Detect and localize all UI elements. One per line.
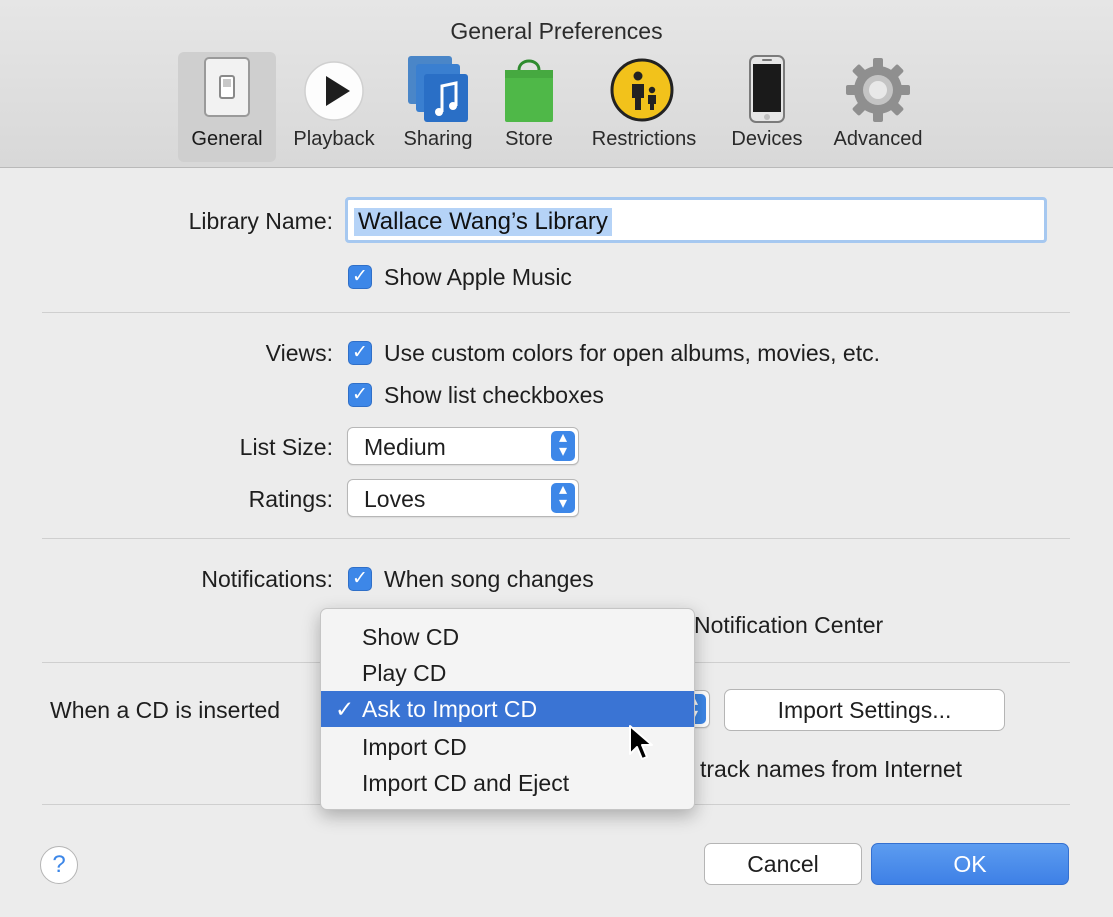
- tab-playback-label: Playback: [293, 128, 375, 150]
- menu-item-play-cd[interactable]: Play CD: [321, 655, 694, 691]
- notifications-label: Notifications:: [201, 566, 333, 592]
- tab-restrictions[interactable]: Restrictions: [574, 52, 714, 162]
- ratings-popup[interactable]: Loves ▴ ▾: [347, 479, 579, 517]
- preferences-toolbar: General Preferences General Playback Sha…: [0, 0, 1113, 168]
- menu-item-import-cd-and-eject[interactable]: Import CD and Eject: [321, 765, 694, 801]
- mouse-pointer-icon: [629, 725, 653, 760]
- list-size-label: List Size:: [239, 434, 333, 460]
- separator: [42, 538, 1070, 539]
- library-name-value: Wallace Wang’s Library: [354, 208, 612, 236]
- menu-item-show-cd[interactable]: Show CD: [321, 619, 694, 655]
- iphone-device-icon: [749, 55, 785, 123]
- tab-general[interactable]: General: [178, 52, 276, 162]
- tab-sharing[interactable]: Sharing: [394, 52, 482, 162]
- menu-item-label: Ask to Import CD: [362, 696, 538, 722]
- help-button[interactable]: ?: [40, 846, 78, 884]
- tab-sharing-label: Sharing: [403, 128, 473, 150]
- window-title: General Preferences: [450, 18, 663, 44]
- general-switch-icon: [204, 57, 250, 117]
- notification-center-label: Notification Center: [694, 612, 884, 638]
- list-checkboxes-checkbox[interactable]: ✓: [348, 383, 372, 407]
- ok-button[interactable]: OK: [871, 843, 1069, 885]
- tab-store[interactable]: Store: [494, 52, 564, 162]
- show-apple-music-checkbox[interactable]: ✓: [348, 265, 372, 289]
- menu-item-label: Show CD: [362, 624, 460, 650]
- checkmark-icon: ✓: [335, 696, 355, 722]
- menu-item-ask-to-import-cd[interactable]: ✓ Ask to Import CD: [321, 691, 694, 727]
- tab-devices-label: Devices: [731, 128, 803, 150]
- tab-playback[interactable]: Playback: [284, 52, 384, 162]
- views-label: Views:: [265, 340, 333, 366]
- restrictions-parental-icon: [610, 58, 674, 122]
- sharing-music-icon: [408, 56, 468, 122]
- library-name-field[interactable]: Wallace Wang’s Library: [345, 197, 1047, 243]
- gear-icon: [846, 58, 910, 122]
- library-name-label: Library Name:: [188, 208, 333, 234]
- list-size-value: Medium: [364, 434, 446, 460]
- tab-restrictions-label: Restrictions: [591, 128, 697, 150]
- cd-action-menu: Show CD Play CD ✓ Ask to Import CD Impor…: [320, 608, 695, 810]
- tab-advanced-label: Advanced: [833, 128, 923, 150]
- store-bag-icon: [505, 59, 553, 122]
- custom-colors-checkbox[interactable]: ✓: [348, 341, 372, 365]
- song-changes-checkbox[interactable]: ✓: [348, 567, 372, 591]
- song-changes-label: When song changes: [384, 566, 594, 592]
- custom-colors-label: Use custom colors for open albums, movie…: [384, 340, 880, 366]
- chevron-updown-icon: ▴▾: [551, 482, 575, 513]
- separator: [42, 312, 1070, 313]
- tab-general-label: General: [191, 128, 263, 150]
- tab-store-label: Store: [505, 128, 553, 150]
- menu-item-label: Import CD and Eject: [362, 770, 570, 796]
- list-checkboxes-label: Show list checkboxes: [384, 382, 604, 408]
- play-icon: [304, 61, 364, 121]
- ratings-label: Ratings:: [248, 486, 333, 512]
- show-apple-music-label: Show Apple Music: [384, 264, 572, 290]
- tab-devices[interactable]: Devices: [722, 52, 812, 162]
- list-size-popup[interactable]: Medium ▴ ▾: [347, 427, 579, 465]
- import-settings-button[interactable]: Import Settings...: [724, 689, 1005, 731]
- tab-advanced[interactable]: Advanced: [820, 52, 936, 162]
- menu-item-label: Play CD: [362, 660, 447, 686]
- menu-item-label: Import CD: [362, 734, 467, 760]
- chevron-updown-icon: ▴▾: [551, 430, 575, 461]
- ratings-value: Loves: [364, 486, 426, 512]
- cd-inserted-label: When a CD is inserted: [50, 697, 281, 723]
- cancel-button[interactable]: Cancel: [704, 843, 862, 885]
- track-names-label: track names from Internet: [700, 756, 963, 782]
